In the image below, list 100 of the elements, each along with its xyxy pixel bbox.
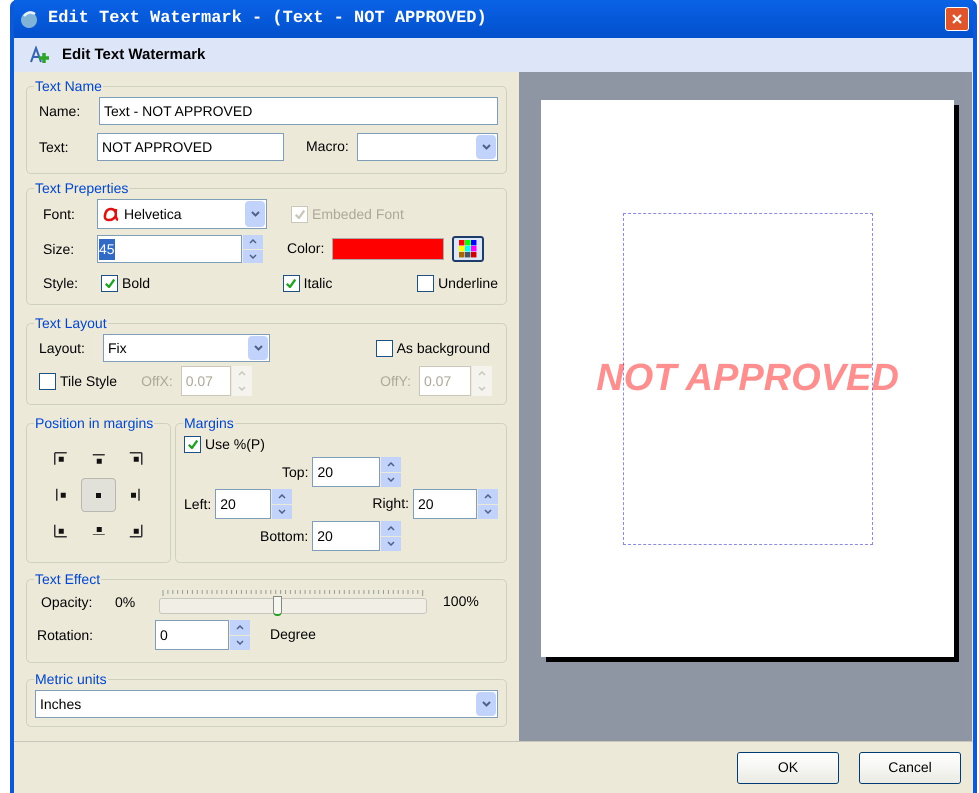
checkbox[interactable] — [101, 275, 118, 292]
alignment-icon — [92, 454, 106, 464]
alignment-icon — [96, 492, 101, 498]
checkbox[interactable] — [184, 436, 201, 453]
checkmark-icon — [104, 279, 114, 288]
window-title: Edit Text Watermark - (Text - NOT APPROVED) — [48, 8, 488, 30]
checkmark-icon — [188, 440, 198, 449]
group-title: Text Name — [34, 77, 103, 96]
caret-down-icon — [482, 701, 490, 707]
checkbox-label: Italic — [304, 274, 332, 293]
field-label: Style: — [43, 274, 80, 293]
caret-up-icon — [484, 494, 492, 499]
top-margin-field[interactable]: 20 — [312, 457, 380, 487]
field-label: Size: — [43, 240, 76, 258]
caret-down-icon — [278, 509, 286, 514]
field-label: Font: — [43, 204, 76, 224]
color-swatch[interactable] — [332, 238, 444, 260]
offset-x-label: OffX: — [141, 372, 173, 390]
field-label: Degree — [270, 626, 316, 642]
field-label: 100% — [443, 593, 479, 609]
group-title: Position in margins — [34, 414, 154, 433]
palette-icon — [458, 240, 478, 258]
close-icon — [951, 13, 963, 25]
offset-y-label: OffY: — [380, 372, 411, 390]
checkbox[interactable] — [376, 340, 393, 356]
spin-buttons[interactable] — [381, 521, 402, 551]
field-label: Rotation: — [37, 626, 94, 644]
app-icon — [18, 8, 40, 30]
field-label: Opacity: — [41, 592, 94, 612]
font-dropdown[interactable]: Helvetica — [97, 199, 267, 229]
field-label: Layout: — [39, 338, 86, 358]
close-button[interactable] — [945, 7, 969, 31]
field-label: Top: — [282, 462, 308, 482]
color-picker-button[interactable] — [452, 236, 484, 262]
field-label: 0% — [115, 592, 136, 612]
spin-buttons[interactable] — [230, 620, 250, 650]
macro-dropdown[interactable] — [356, 133, 498, 161]
size-field[interactable]: 45 — [97, 235, 242, 263]
right-margin-field[interactable]: 20 — [413, 489, 477, 519]
checkbox-label: Bold — [122, 274, 150, 293]
field-label: Bottom: — [260, 526, 308, 546]
slider-thumb[interactable] — [273, 596, 282, 616]
opacity-slider[interactable] — [159, 598, 427, 614]
alignment-icon — [54, 452, 68, 466]
field-label: Color: — [287, 240, 324, 256]
caret-down-icon — [484, 509, 492, 514]
units-dropdown[interactable]: Inches — [35, 690, 498, 718]
spin-buttons[interactable] — [272, 489, 292, 519]
caret-down-icon — [482, 144, 490, 150]
caret-down-icon — [387, 541, 396, 546]
font-icon — [102, 206, 120, 222]
checkbox[interactable] — [39, 372, 56, 390]
checkbox-label: Underline — [438, 274, 498, 293]
field-label: Name: — [39, 102, 82, 120]
spin-buttons[interactable] — [478, 489, 498, 519]
group-title: Metric units — [34, 670, 108, 689]
group-title: Margins — [183, 414, 235, 433]
caret-up-icon — [236, 624, 244, 630]
position-button[interactable] — [80, 478, 116, 512]
add-text-icon — [30, 46, 50, 64]
caret-up-icon — [387, 526, 396, 531]
caret-down-icon — [250, 211, 260, 217]
caret-down-icon — [238, 386, 246, 392]
caret-down-icon — [254, 345, 262, 351]
checkbox[interactable] — [417, 275, 434, 292]
watermark-text: NOT APPROVED — [596, 356, 899, 401]
caret-down-icon — [478, 386, 486, 392]
caret-up-icon — [249, 239, 257, 244]
alignment-icon — [92, 526, 106, 536]
caret-up-icon — [478, 370, 486, 376]
name-field[interactable]: Text - NOT APPROVED — [99, 97, 498, 125]
caret-down-icon — [236, 640, 244, 646]
group-title: Text Layout — [34, 314, 108, 333]
caret-down-icon — [387, 477, 396, 482]
layout-dropdown[interactable]: Fix — [103, 334, 270, 362]
text-field[interactable]: NOT APPROVED — [97, 133, 284, 161]
group-title: Text Effect — [34, 570, 102, 589]
rotation-field[interactable]: 0 — [155, 620, 229, 650]
spin-buttons[interactable] — [381, 457, 402, 487]
checkbox[interactable] — [282, 275, 300, 292]
field-label: Macro: — [306, 138, 349, 154]
alignment-icon — [56, 488, 66, 502]
checkmark-icon — [286, 279, 296, 288]
group-title: Text Preperties — [34, 179, 130, 198]
bottom-margin-field[interactable]: 20 — [312, 521, 380, 551]
caret-up-icon — [238, 370, 246, 376]
field-label: Left: — [184, 494, 212, 514]
caret-up-icon — [387, 462, 396, 467]
dialog-button[interactable]: OK — [737, 752, 839, 784]
alignment-icon — [129, 452, 143, 466]
field-label: Text: — [39, 138, 70, 156]
checkmark-icon — [294, 210, 304, 218]
alignment-icon — [131, 488, 140, 502]
caret-down-icon — [249, 254, 257, 259]
checkbox-label: Embeded Font — [312, 204, 404, 224]
header-title: Edit Text Watermark — [62, 44, 206, 65]
dialog-button[interactable]: Cancel — [859, 752, 961, 784]
field-label: Right: — [372, 495, 409, 511]
left-margin-field[interactable]: 20 — [215, 489, 272, 519]
alignment-icon — [54, 524, 68, 538]
